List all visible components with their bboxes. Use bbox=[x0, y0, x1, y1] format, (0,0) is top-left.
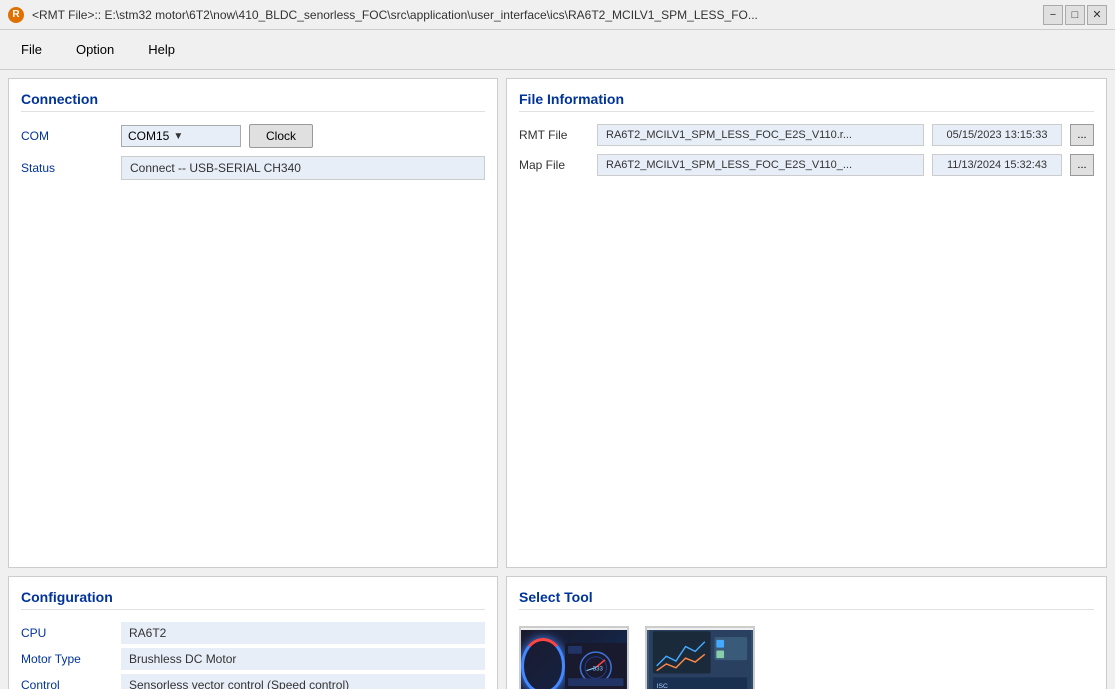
rmt-label: RMT File bbox=[519, 128, 589, 142]
svg-text:333: 333 bbox=[593, 666, 604, 673]
easy-dashboard-svg: 333 bbox=[565, 636, 627, 689]
top-panels: Connection COM COM15 ▼ Clock Status bbox=[8, 78, 1107, 689]
configuration-panel: Configuration CPU RA6T2 Motor Type Brush… bbox=[8, 576, 498, 689]
rmt-date: 05/15/2023 13:15:33 bbox=[932, 124, 1062, 146]
com-label: COM bbox=[21, 129, 121, 143]
main-content: Connection COM COM15 ▼ Clock Status bbox=[0, 70, 1115, 689]
cpu-value: RA6T2 bbox=[121, 622, 485, 644]
motor-type-value: Brushless DC Motor bbox=[121, 648, 485, 670]
select-tool-title: Select Tool bbox=[519, 589, 1094, 610]
analyzer-tool-button[interactable]: ISC Analyzer bbox=[645, 626, 755, 689]
rmt-browse-button[interactable]: ... bbox=[1070, 124, 1094, 146]
analyzer-chart-svg: ISC bbox=[649, 630, 751, 689]
map-browse-button[interactable]: ... bbox=[1070, 154, 1094, 176]
connection-panel: Connection COM COM15 ▼ Clock Status bbox=[8, 78, 498, 568]
analyzer-thumbnail: ISC bbox=[647, 630, 753, 689]
com-row: COM COM15 ▼ Clock bbox=[21, 124, 485, 148]
menu-file[interactable]: File bbox=[4, 35, 59, 64]
title-bar-text: <RMT File>:: E:\stm32 motor\6T2\now\410_… bbox=[32, 8, 1035, 22]
motor-type-row: Motor Type Brushless DC Motor bbox=[21, 648, 485, 670]
motor-type-label: Motor Type bbox=[21, 648, 121, 670]
configuration-title: Configuration bbox=[21, 589, 485, 610]
rmt-file-row: RMT File RA6T2_MCILV1_SPM_LESS_FOC_E2S_V… bbox=[519, 124, 1094, 146]
tool-buttons: 333 Easy bbox=[519, 622, 1094, 689]
minimize-button[interactable]: − bbox=[1043, 5, 1063, 25]
easy-thumb-visual: 333 bbox=[521, 630, 627, 689]
com-select[interactable]: COM15 ▼ bbox=[121, 125, 241, 147]
maximize-button[interactable]: □ bbox=[1065, 5, 1085, 25]
connection-title: Connection bbox=[21, 91, 485, 112]
select-tool-panel: Select Tool bbox=[506, 576, 1107, 689]
clock-button[interactable]: Clock bbox=[249, 124, 313, 148]
rmt-path: RA6T2_MCILV1_SPM_LESS_FOC_E2S_V110.r... bbox=[597, 124, 924, 146]
cpu-label: CPU bbox=[21, 622, 121, 644]
file-info-title: File Information bbox=[519, 91, 1094, 112]
com-dropdown-arrow: ▼ bbox=[173, 131, 183, 142]
menu-help[interactable]: Help bbox=[131, 35, 192, 64]
map-path: RA6T2_MCILV1_SPM_LESS_FOC_E2S_V110_... bbox=[597, 154, 924, 176]
menu-bar: File Option Help bbox=[0, 30, 1115, 70]
control-label: Control bbox=[21, 674, 121, 689]
menu-option[interactable]: Option bbox=[59, 35, 131, 64]
app-icon: R bbox=[8, 7, 24, 23]
status-row: Status Connect -- USB-SERIAL CH340 bbox=[21, 156, 485, 180]
com-select-wrapper: COM15 ▼ Clock bbox=[121, 124, 485, 148]
title-bar: R <RMT File>:: E:\stm32 motor\6T2\now\41… bbox=[0, 0, 1115, 30]
map-date: 11/13/2024 15:32:43 bbox=[932, 154, 1062, 176]
cpu-row: CPU RA6T2 bbox=[21, 622, 485, 644]
svg-text:ISC: ISC bbox=[657, 683, 668, 689]
map-file-row: Map File RA6T2_MCILV1_SPM_LESS_FOC_E2S_V… bbox=[519, 154, 1094, 176]
close-button[interactable]: ✕ bbox=[1087, 5, 1107, 25]
file-information-panel: File Information RMT File RA6T2_MCILV1_S… bbox=[506, 78, 1107, 568]
easy-tool-button[interactable]: 333 Easy bbox=[519, 626, 629, 689]
status-value: Connect -- USB-SERIAL CH340 bbox=[121, 156, 485, 180]
easy-thumbnail: 333 bbox=[521, 630, 627, 689]
status-label: Status bbox=[21, 161, 121, 175]
analyzer-thumb-visual: ISC bbox=[647, 630, 753, 689]
title-bar-controls: − □ ✕ bbox=[1043, 5, 1107, 25]
control-value: Sensorless vector control (Speed control… bbox=[121, 674, 485, 689]
control-row: Control Sensorless vector control (Speed… bbox=[21, 674, 485, 689]
map-label: Map File bbox=[519, 158, 589, 172]
